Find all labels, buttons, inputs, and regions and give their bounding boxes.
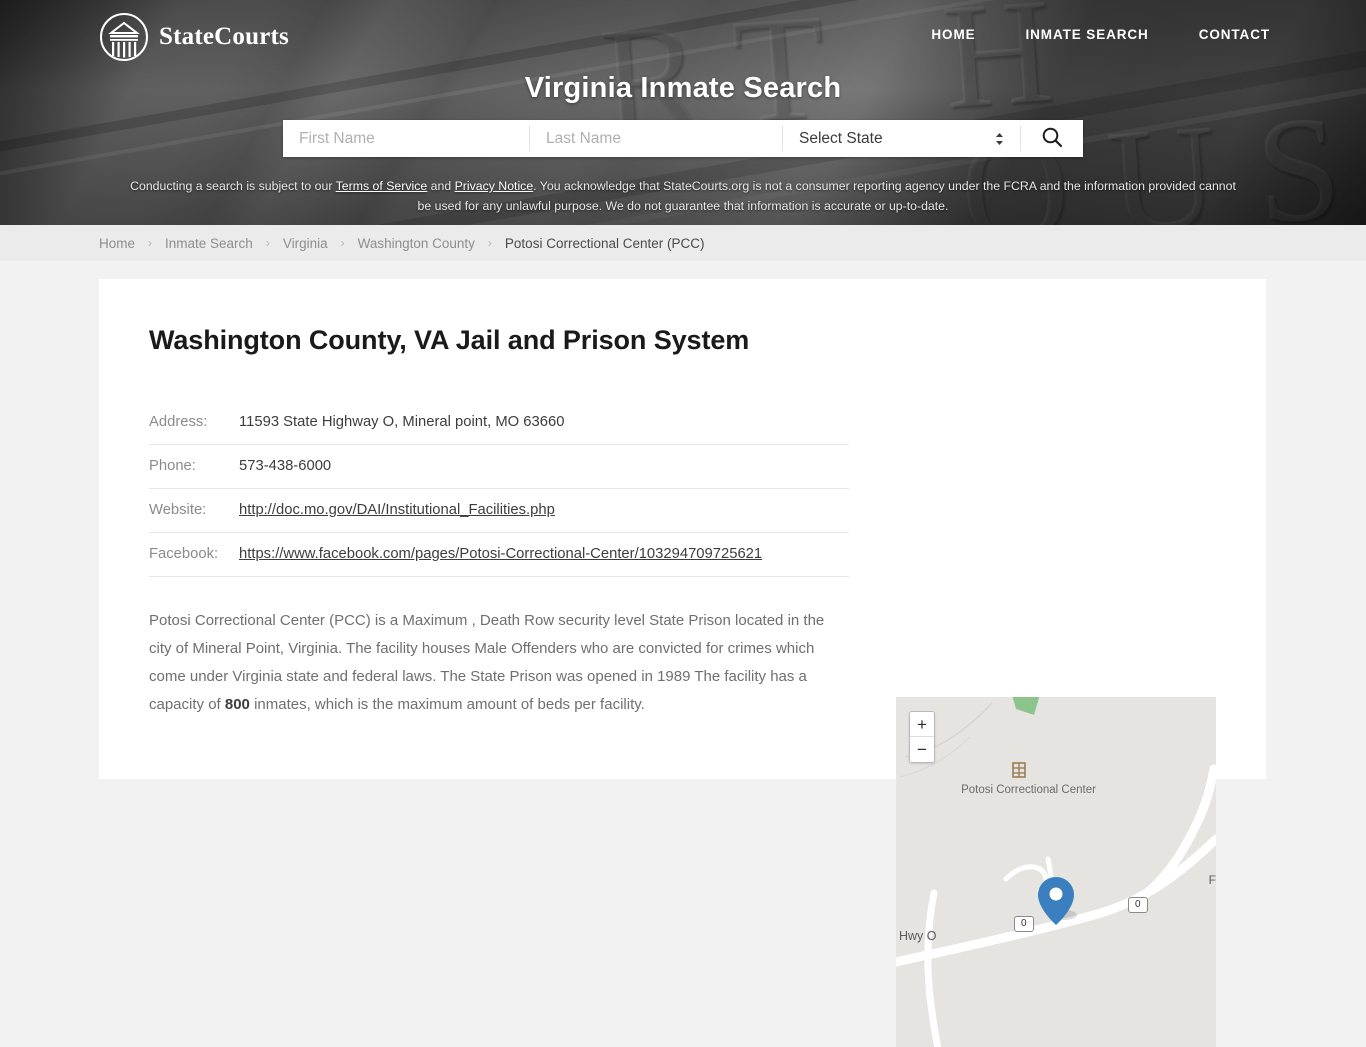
page-body: Washington County, VA Jail and Prison Sy… xyxy=(0,261,1366,1047)
site-header: RT H OUSE StateCourts xyxy=(0,0,1366,225)
facility-info-column: Address: 11593 State Highway O, Mineral … xyxy=(149,401,849,719)
website-link[interactable]: http://doc.mo.gov/DAI/Institutional_Faci… xyxy=(239,502,555,518)
detail-label-address: Address: xyxy=(149,401,239,445)
description-text-after: inmates, which is the maximum amount of … xyxy=(249,696,645,713)
content-card: Washington County, VA Jail and Prison Sy… xyxy=(99,279,1266,1047)
map-edge-label: F xyxy=(1208,873,1216,887)
nav-item-inmate-search[interactable]: INMATE SEARCH xyxy=(1026,27,1149,42)
chevron-up-down-icon xyxy=(995,132,1004,146)
breadcrumb-separator-icon: › xyxy=(340,236,345,250)
breadcrumb-separator-icon: › xyxy=(487,236,492,250)
table-row: Address: 11593 State Highway O, Mineral … xyxy=(149,401,849,445)
state-select[interactable]: Select State xyxy=(783,120,1020,157)
map-zoom-in-button[interactable]: + xyxy=(910,712,934,737)
courthouse-circle-logo-icon xyxy=(99,12,149,62)
last-name-input[interactable] xyxy=(530,120,782,157)
disclaimer-text-mid: and xyxy=(427,179,455,193)
search-icon xyxy=(1041,126,1063,151)
nav-item-home[interactable]: HOME xyxy=(931,27,975,42)
breadcrumb-separator-icon: › xyxy=(148,236,153,250)
breadcrumb-item-inmate-search[interactable]: Inmate Search xyxy=(165,236,253,251)
map-zoom-out-button[interactable]: − xyxy=(910,737,934,762)
site-logo-link[interactable]: StateCourts xyxy=(99,12,289,62)
table-row: Phone: 573-438-6000 xyxy=(149,444,849,489)
detail-value-phone: 573-438-6000 xyxy=(239,444,849,489)
brand-name: StateCourts xyxy=(159,23,289,50)
map-poi-label: Potosi Correctional Center xyxy=(961,784,1096,796)
map-route-shield-b: 0 xyxy=(1128,897,1148,913)
search-submit-button[interactable] xyxy=(1021,120,1083,157)
first-name-input[interactable] xyxy=(283,120,529,157)
detail-value-address: 11593 State Highway O, Mineral point, MO… xyxy=(239,401,849,445)
main-navigation: HOME INMATE SEARCH CONTACT xyxy=(931,27,1270,42)
facebook-link[interactable]: https://www.facebook.com/pages/Potosi-Co… xyxy=(239,546,762,562)
detail-label-facebook: Facebook: xyxy=(149,532,239,577)
map-zoom-controls: + − xyxy=(909,711,935,763)
map-tiles xyxy=(896,697,1216,1047)
terms-of-service-link[interactable]: Terms of Service xyxy=(336,179,428,193)
disclaimer-text-part1: Conducting a search is subject to our xyxy=(130,179,336,193)
breadcrumb-item-virginia[interactable]: Virginia xyxy=(283,236,328,251)
breadcrumb-separator-icon: › xyxy=(265,236,270,250)
detail-label-website: Website: xyxy=(149,488,239,533)
page-title: Washington County, VA Jail and Prison Sy… xyxy=(149,325,750,355)
search-disclaimer: Conducting a search is subject to our Te… xyxy=(0,176,1366,216)
breadcrumb: Home › Inmate Search › Virginia › Washin… xyxy=(99,236,705,251)
map-route-shield-a: 0 xyxy=(1014,916,1034,932)
breadcrumb-item-washington-county[interactable]: Washington County xyxy=(358,236,475,251)
capacity-value: 800 xyxy=(224,696,250,713)
map-road-label: Hwy O xyxy=(899,929,937,943)
table-row: Facebook: https://www.facebook.com/pages… xyxy=(149,532,849,577)
detail-value-facebook: https://www.facebook.com/pages/Potosi-Co… xyxy=(239,532,849,577)
disclaimer-text-part2: . You acknowledge that StateCourts.org i… xyxy=(417,179,1236,213)
state-select-value: Select State xyxy=(799,129,883,147)
nav-item-contact[interactable]: CONTACT xyxy=(1199,27,1270,42)
facility-details-table: Address: 11593 State Highway O, Mineral … xyxy=(149,401,849,577)
privacy-notice-link[interactable]: Privacy Notice xyxy=(455,179,534,193)
breadcrumb-item-current: Potosi Correctional Center (PCC) xyxy=(504,235,705,251)
breadcrumb-bar: Home › Inmate Search › Virginia › Washin… xyxy=(0,225,1366,261)
facility-description: Potosi Correctional Center (PCC) is a Ma… xyxy=(149,607,849,719)
table-row: Website: http://doc.mo.gov/DAI/Instituti… xyxy=(149,488,849,533)
detail-label-phone: Phone: xyxy=(149,444,239,489)
facility-location-map[interactable]: + − Potosi Correctional Center Hwy O 0 0… xyxy=(896,697,1216,1047)
inmate-search-form: Select State xyxy=(283,120,1083,157)
breadcrumb-item-home[interactable]: Home xyxy=(99,236,135,251)
detail-value-website: http://doc.mo.gov/DAI/Institutional_Faci… xyxy=(239,488,849,533)
page-hero-title: Virginia Inmate Search xyxy=(524,72,842,104)
